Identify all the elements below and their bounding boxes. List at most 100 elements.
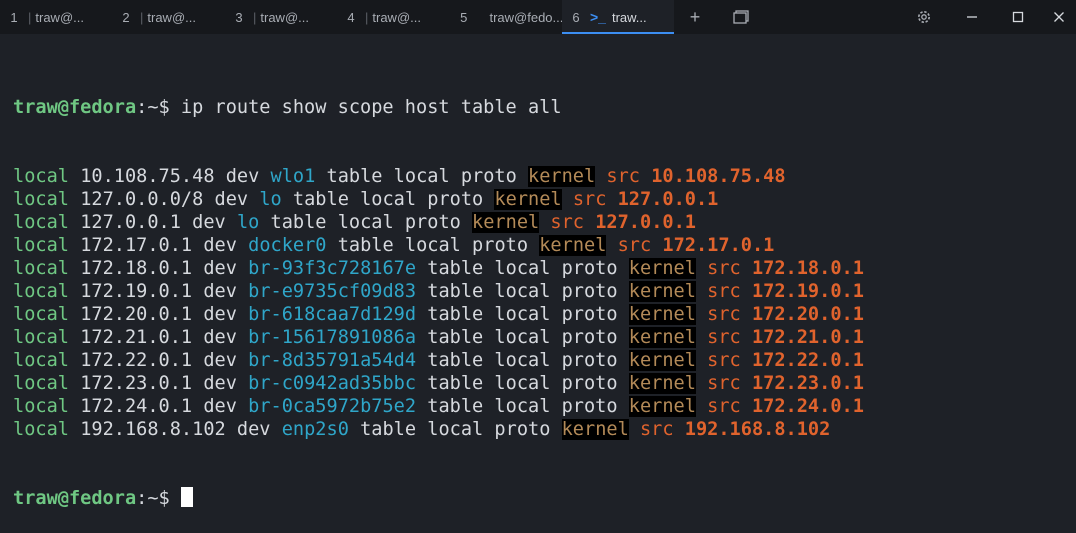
- route-destination: 192.168.8.102: [80, 419, 226, 440]
- terminal-output[interactable]: traw@fedora:~$ ip route show scope host …: [13, 50, 864, 533]
- route-destination: 172.18.0.1: [80, 258, 193, 279]
- route-dev-keyword: dev: [203, 258, 237, 279]
- tab-number: 3: [235, 9, 243, 25]
- route-destination: 172.19.0.1: [80, 281, 193, 302]
- route-kernel: kernel: [561, 419, 629, 440]
- route-src-keyword: src: [572, 189, 607, 210]
- tab-separator: |: [253, 9, 257, 25]
- route-destination: 127.0.0.0/8: [80, 189, 204, 210]
- route-kernel: kernel: [628, 281, 696, 302]
- route-src-ip: 172.21.0.1: [751, 327, 864, 348]
- route-kernel: kernel: [494, 189, 562, 210]
- route-local: local: [13, 327, 69, 348]
- tab-4[interactable]: 4 | traw@...: [337, 0, 449, 34]
- tab-title: traw@...: [260, 9, 309, 25]
- route-line: local 172.24.0.1 dev br-0ca5972b75e2 tab…: [13, 395, 864, 418]
- route-src-keyword: src: [639, 419, 674, 440]
- route-line: local 172.20.0.1 dev br-618caa7d129d tab…: [13, 303, 864, 326]
- route-src-keyword: src: [707, 258, 741, 279]
- tab-1[interactable]: 1 | traw@...: [0, 0, 112, 34]
- route-dev-keyword: dev: [203, 396, 237, 417]
- route-device: lo: [236, 212, 260, 233]
- route-line: local 172.21.0.1 dev br-15617891086a tab…: [13, 326, 864, 349]
- terminal-cursor: [180, 487, 193, 507]
- route-line: local 172.18.0.1 dev br-93f3c728167e tab…: [13, 257, 864, 280]
- route-table-proto: table local proto: [427, 258, 618, 279]
- route-device: br-8d35791a54d4: [248, 350, 417, 371]
- plus-icon[interactable]: +: [677, 0, 713, 34]
- route-dev-keyword: dev: [214, 189, 249, 210]
- tab-number: 4: [347, 9, 355, 25]
- route-src-ip: 172.17.0.1: [662, 235, 775, 256]
- maximize-icon[interactable]: [1000, 0, 1036, 34]
- route-src-ip: 172.19.0.1: [751, 281, 864, 302]
- route-table-proto: table local proto: [427, 350, 618, 371]
- route-src-ip: 172.22.0.1: [751, 350, 864, 371]
- tab-5[interactable]: 5 traw@fedo...: [450, 0, 562, 34]
- route-local: local: [13, 166, 69, 187]
- route-destination: 172.21.0.1: [80, 327, 193, 348]
- route-device: br-c0942ad35bbc: [248, 373, 417, 394]
- prompt-line[interactable]: traw@fedora:~$: [13, 487, 864, 510]
- route-list: local 10.108.75.48 dev wlo1 table local …: [13, 165, 864, 441]
- route-local: local: [13, 419, 69, 440]
- route-line: local 172.22.0.1 dev br-8d35791a54d4 tab…: [13, 349, 864, 372]
- route-local: local: [13, 304, 69, 325]
- route-src-keyword: src: [707, 396, 741, 417]
- route-local: local: [13, 281, 69, 302]
- active-tab-indicator: [562, 32, 674, 34]
- route-destination: 172.20.0.1: [80, 304, 193, 325]
- route-dev-keyword: dev: [203, 235, 237, 256]
- route-dev-keyword: dev: [192, 212, 226, 233]
- route-device: docker0: [248, 235, 327, 256]
- tab-2[interactable]: 2 | traw@...: [112, 0, 224, 34]
- tab-6-active[interactable]: 6 >_ traw...: [562, 0, 674, 34]
- prompt-user: traw@fedora: [13, 488, 137, 509]
- gear-icon[interactable]: [906, 0, 942, 34]
- route-device: br-618caa7d129d: [248, 304, 417, 325]
- route-src-keyword: src: [707, 350, 741, 371]
- route-destination: 10.108.75.48: [80, 166, 215, 187]
- route-kernel: kernel: [628, 258, 696, 279]
- route-local: local: [13, 258, 69, 279]
- route-kernel: kernel: [628, 350, 696, 371]
- route-src-ip: 127.0.0.1: [617, 189, 719, 210]
- route-dev-keyword: dev: [236, 419, 271, 440]
- route-kernel: kernel: [628, 396, 696, 417]
- route-kernel: kernel: [628, 304, 696, 325]
- close-icon[interactable]: [1041, 0, 1076, 34]
- tab-3[interactable]: 3 | traw@...: [225, 0, 337, 34]
- tab-number: 5: [460, 9, 468, 25]
- route-dev-keyword: dev: [203, 350, 237, 371]
- route-table-proto: table local proto: [427, 327, 618, 348]
- route-src-keyword: src: [550, 212, 585, 233]
- route-src-keyword: src: [606, 166, 640, 187]
- tab-title: traw@...: [35, 9, 84, 25]
- route-line: local 172.19.0.1 dev br-e9735cf09d83 tab…: [13, 280, 864, 303]
- tabs-overview-icon[interactable]: [723, 0, 759, 34]
- command-line: traw@fedora:~$ ip route show scope host …: [13, 96, 864, 119]
- route-destination: 172.17.0.1: [80, 235, 193, 256]
- route-src-keyword: src: [617, 235, 652, 256]
- route-kernel: kernel: [528, 166, 596, 187]
- route-line: local 127.0.0.0/8 dev lo table local pro…: [13, 188, 864, 211]
- route-dev-keyword: dev: [203, 304, 237, 325]
- tab-number: 6: [572, 9, 580, 25]
- route-src-keyword: src: [707, 281, 741, 302]
- route-device: br-15617891086a: [248, 327, 417, 348]
- minimize-icon[interactable]: [954, 0, 990, 34]
- route-device: enp2s0: [281, 419, 349, 440]
- route-dev-keyword: dev: [203, 327, 237, 348]
- route-kernel: kernel: [539, 235, 607, 256]
- route-local: local: [13, 396, 69, 417]
- route-src-keyword: src: [707, 373, 741, 394]
- route-table-proto: table local proto: [326, 166, 517, 187]
- command-text: ip route show scope host table all: [180, 97, 562, 118]
- route-dev-keyword: dev: [203, 373, 237, 394]
- route-line: local 192.168.8.102 dev enp2s0 table loc…: [13, 418, 864, 441]
- route-kernel: kernel: [628, 327, 696, 348]
- route-src-ip: 172.23.0.1: [751, 373, 864, 394]
- route-table-proto: table local proto: [427, 281, 618, 302]
- route-device: br-0ca5972b75e2: [248, 396, 417, 417]
- route-device: lo: [259, 189, 282, 210]
